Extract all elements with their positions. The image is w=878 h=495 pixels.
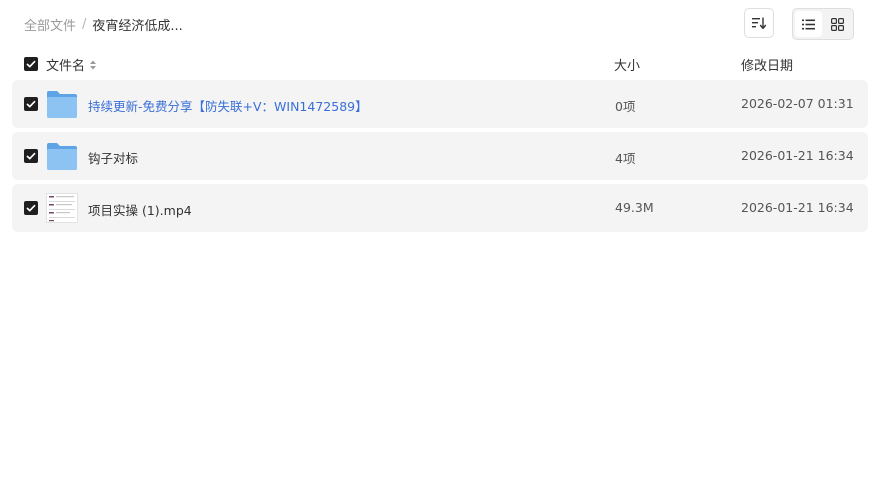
column-header-modified[interactable]: 修改日期: [741, 55, 793, 74]
row-checkbox[interactable]: [24, 149, 38, 163]
file-modified-date: 2026-01-21 16:34: [741, 148, 854, 163]
sort-icon: [752, 17, 766, 29]
breadcrumb: 全部文件 / 夜宵经济低成...: [24, 15, 183, 34]
file-size: 0项: [615, 99, 636, 114]
grid-view-icon: [831, 17, 844, 31]
checkmark-icon: [26, 100, 36, 108]
row-checkbox[interactable]: [24, 97, 38, 111]
file-name[interactable]: 持续更新-免费分享【防失联+V：WIN1472589】: [88, 96, 368, 115]
column-header-name-label: 文件名: [46, 59, 86, 74]
file-size: 4项: [615, 151, 636, 166]
checkmark-icon: [26, 152, 36, 160]
list-view-icon: [802, 19, 815, 29]
video-thumbnail: [46, 193, 78, 223]
file-modified-date: 2026-01-21 16:34: [741, 200, 854, 215]
breadcrumb-root-link[interactable]: 全部文件: [24, 15, 76, 34]
checkmark-icon: [26, 204, 36, 212]
file-size: 49.3M: [615, 200, 654, 215]
breadcrumb-current-folder: 夜宵经济低成...: [92, 19, 183, 34]
grid-view-button[interactable]: [824, 11, 851, 37]
table-header: 文件名 大小 修改日期: [12, 52, 868, 76]
top-bar: 全部文件 / 夜宵经济低成...: [0, 0, 878, 48]
column-header-size[interactable]: 大小: [614, 55, 640, 74]
row-checkbox[interactable]: [24, 201, 38, 215]
view-toggle: [792, 8, 854, 40]
table-row[interactable]: 项目实操 (1).mp4 49.3M 2026-01-21 16:34: [12, 184, 868, 232]
file-name[interactable]: 项目实操 (1).mp4: [88, 200, 192, 219]
file-modified-date: 2026-02-07 01:31: [741, 96, 854, 111]
sort-button[interactable]: [744, 8, 774, 38]
folder-icon: [47, 91, 77, 118]
list-view-button[interactable]: [795, 11, 822, 37]
file-name[interactable]: 钩子对标: [88, 148, 138, 167]
table-row[interactable]: 持续更新-免费分享【防失联+V：WIN1472589】 0项 2026-02-0…: [12, 80, 868, 128]
column-header-name[interactable]: 文件名: [46, 55, 97, 74]
sort-caret-icon: [90, 60, 97, 69]
select-all-checkbox[interactable]: [24, 57, 38, 71]
checkmark-icon: [26, 60, 36, 68]
folder-icon: [47, 143, 77, 170]
table-row[interactable]: 钩子对标 4项 2026-01-21 16:34: [12, 132, 868, 180]
breadcrumb-separator: /: [82, 17, 87, 32]
